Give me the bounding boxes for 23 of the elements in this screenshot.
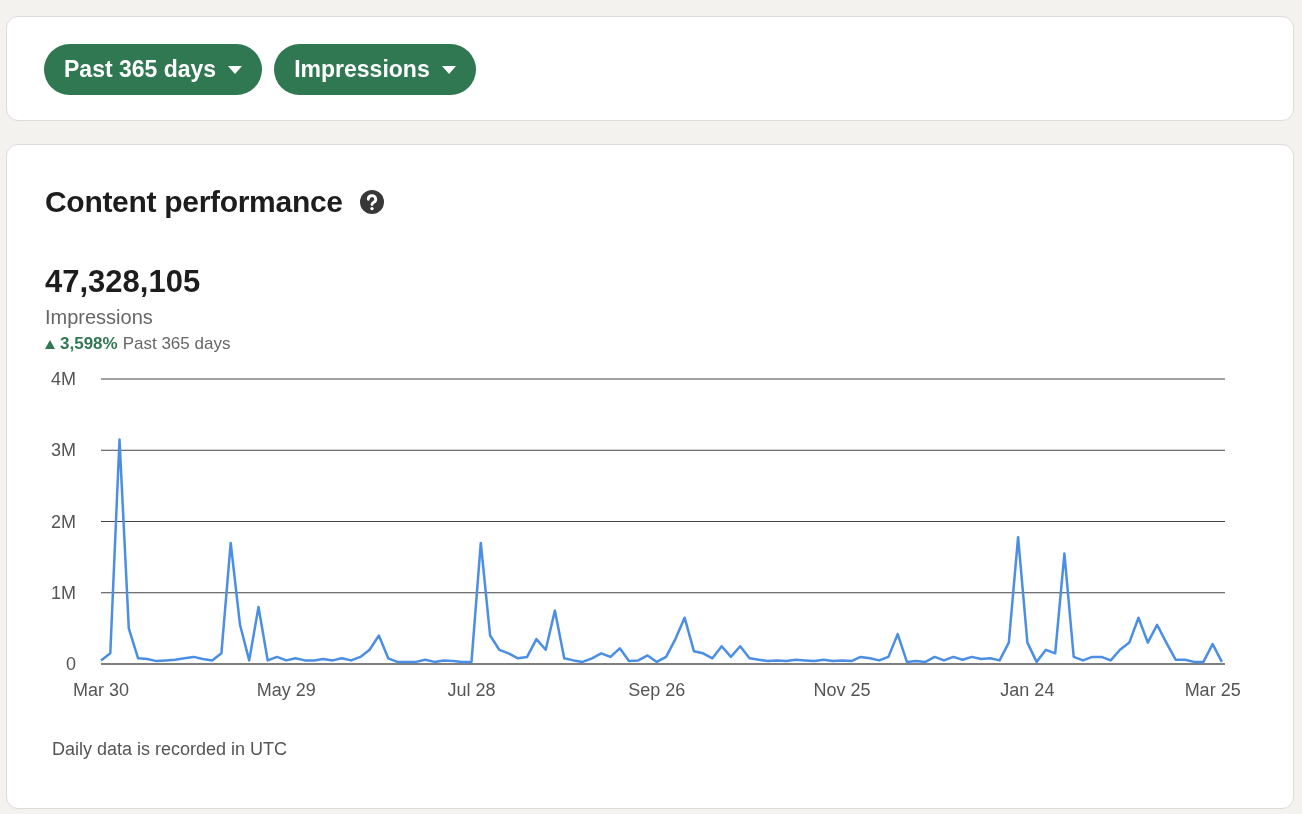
axis-label: 3M (51, 440, 76, 461)
filter-dropdown[interactable]: Past 365 days (44, 44, 263, 95)
section-title: Content performance (45, 185, 343, 219)
axis-label: Jul 28 (447, 680, 496, 700)
axis-label: 2M (51, 511, 76, 532)
change-value: 3,598% (60, 334, 118, 354)
metric-label: Impressions (45, 306, 154, 329)
axis-label: Sep 26 (628, 680, 686, 700)
caret-icon (441, 65, 456, 74)
axis-label: 4M (51, 369, 76, 389)
caret-icon (228, 65, 243, 74)
axis-label: Mar 25 (1184, 680, 1241, 700)
footnote: Daily data is recorded in UTC (52, 739, 289, 760)
axis-label: May 29 (256, 680, 316, 700)
axis-label: Mar 30 (73, 680, 129, 700)
axis-label: Jan 24 (1000, 680, 1055, 700)
filter-dropdown[interactable]: Impressions (274, 44, 476, 95)
axis-label: 1M (51, 582, 76, 603)
axis-label: Nov 25 (813, 680, 871, 700)
total-value: 47,328,105 (45, 264, 202, 300)
axis-label: 0 (66, 654, 76, 674)
help-icon[interactable] (359, 190, 384, 214)
period-label: Past 365 days (122, 334, 231, 354)
